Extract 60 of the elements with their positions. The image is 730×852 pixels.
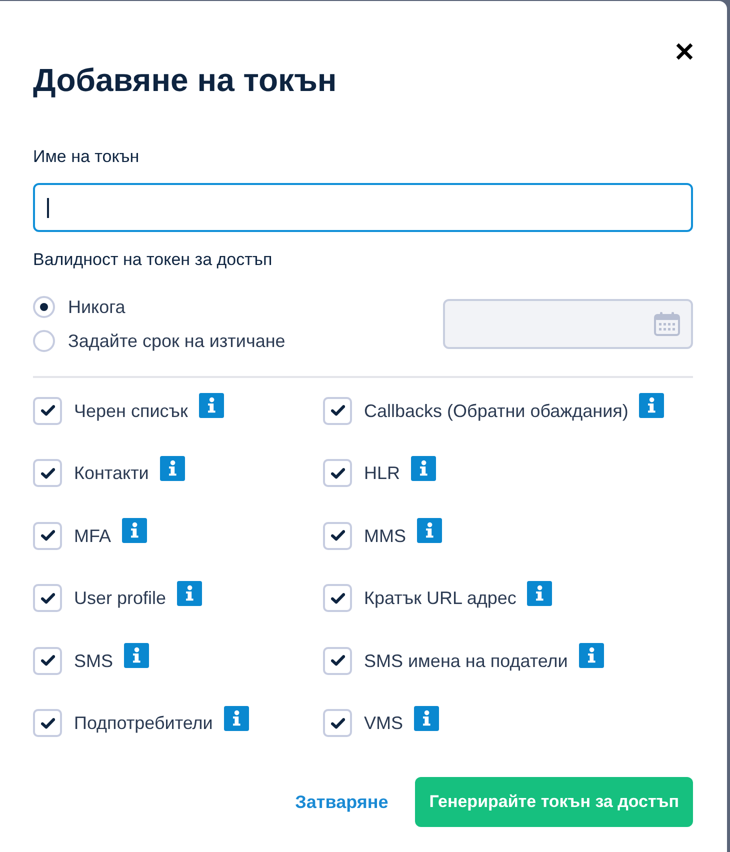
radio-button[interactable] (33, 296, 55, 318)
checkmark-icon (330, 655, 344, 666)
checkmark-icon (330, 530, 344, 542)
checkmark-icon (330, 468, 344, 479)
checkbox[interactable] (323, 584, 352, 612)
checkmark-icon (330, 405, 344, 416)
checkbox[interactable] (323, 522, 352, 550)
checkbox[interactable] (33, 584, 62, 612)
checkbox[interactable] (33, 709, 62, 738)
info-icon[interactable] (417, 518, 442, 544)
checkbox-label[interactable]: HLR (364, 462, 400, 484)
field-label: Име на токън (33, 146, 140, 168)
checkmark-icon (40, 655, 54, 666)
checkmark-icon (40, 530, 54, 542)
info-icon[interactable] (578, 643, 604, 668)
checkbox-label[interactable]: Callbacks (Обратни обаждания) (364, 400, 628, 422)
info-icon[interactable] (177, 580, 202, 606)
checkbox-label[interactable]: SMS (74, 650, 114, 672)
info-icon[interactable] (160, 456, 185, 481)
info-icon[interactable] (411, 456, 436, 481)
close-link[interactable]: Затваряне (295, 790, 388, 814)
checkbox[interactable] (323, 459, 352, 488)
radio-label[interactable]: Задайте срок на изтичане (68, 330, 286, 352)
text-cursor-icon (47, 198, 49, 218)
checkbox[interactable] (33, 459, 62, 488)
checkbox[interactable] (33, 522, 62, 550)
radio-button[interactable] (33, 330, 55, 352)
checkbox[interactable] (323, 396, 352, 424)
checkbox-label[interactable]: VMS (364, 712, 404, 734)
dialog-title: Добавяне на токън (33, 61, 338, 100)
checkbox[interactable] (323, 646, 352, 675)
checkbox-label[interactable]: SMS имена на податели (364, 650, 568, 672)
checkbox-label[interactable]: Кратък URL адрес (364, 587, 516, 610)
checkmark-icon (40, 405, 54, 416)
checkbox[interactable] (33, 646, 62, 675)
checkmark-icon (40, 718, 54, 729)
checkbox-label[interactable]: Контакти (74, 462, 149, 484)
checkbox-label[interactable]: MMS (364, 524, 406, 547)
calendar-icon (654, 312, 680, 336)
checkbox-label[interactable]: MFA (74, 524, 112, 547)
checkbox-label[interactable]: User profile (74, 587, 166, 610)
info-icon[interactable] (122, 518, 148, 544)
checkmark-icon (40, 592, 54, 604)
checkbox-label[interactable]: Подпотребители (74, 712, 213, 734)
info-icon[interactable] (414, 706, 440, 731)
radio-label[interactable]: Никога (68, 296, 126, 318)
section-label: Валидност на токен за достъп (33, 249, 272, 271)
info-icon[interactable] (124, 643, 150, 668)
checkbox[interactable] (323, 709, 352, 738)
token-name-field[interactable] (33, 183, 693, 232)
checkbox-label[interactable]: Черен списък (74, 400, 188, 422)
checkbox[interactable] (33, 396, 62, 424)
close-icon[interactable] (676, 43, 693, 60)
info-icon[interactable] (198, 393, 224, 418)
info-icon[interactable] (224, 706, 249, 731)
info-icon[interactable] (527, 580, 552, 606)
checkmark-icon (40, 468, 54, 479)
info-icon[interactable] (639, 393, 664, 418)
checkmark-icon (330, 718, 344, 729)
checkmark-icon (330, 592, 344, 604)
